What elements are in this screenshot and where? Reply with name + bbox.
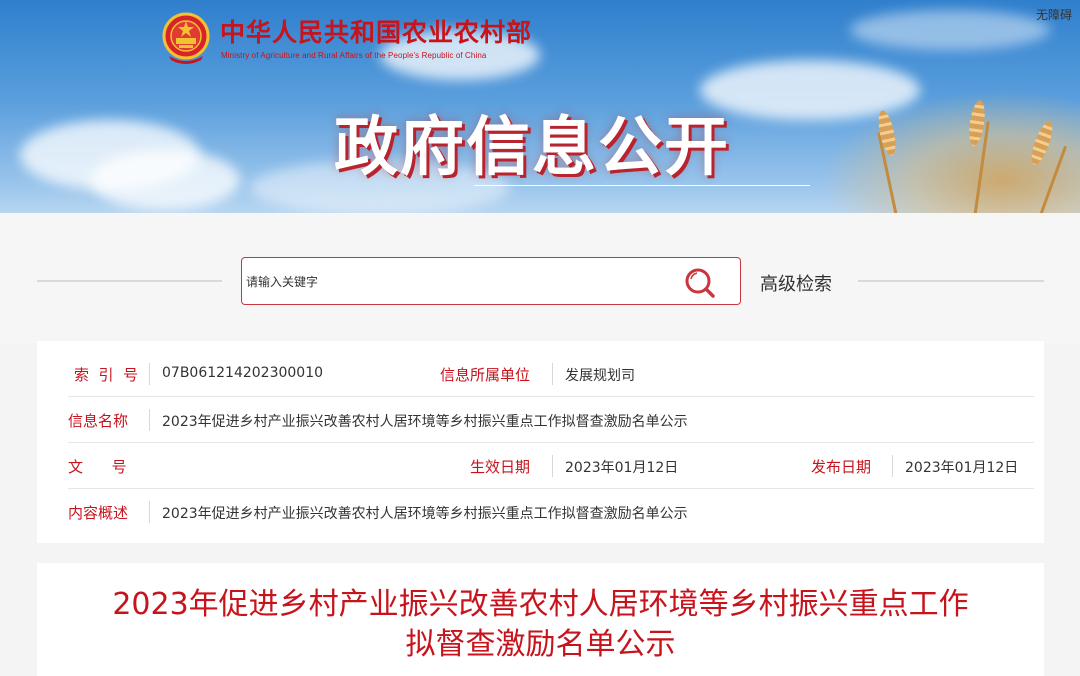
info-table: 索 引 号 07B061214202300010 信息所属单位 发展规划司 信息…: [37, 341, 1044, 543]
column-divider: [892, 455, 893, 477]
info-row-summary: 内容概述 2023年促进乡村产业振兴改善农村人居环境等乡村振兴重点工作拟督查激励…: [37, 488, 1044, 534]
effective-date-label: 生效日期: [470, 458, 531, 476]
column-divider: [149, 501, 150, 523]
name-value: 2023年促进乡村产业振兴改善农村人居环境等乡村振兴重点工作拟督查激励名单公示: [162, 414, 688, 430]
column-divider: [552, 363, 553, 385]
article-title: 2023年促进乡村产业振兴改善农村人居环境等乡村振兴重点工作 拟督查激励名单公示: [37, 585, 1044, 665]
cloud-decoration: [90, 150, 240, 210]
search-input[interactable]: [244, 268, 668, 296]
unit-label: 信息所属单位: [440, 366, 531, 384]
unit-value: 发展规划司: [565, 368, 635, 384]
index-value: 07B061214202300010: [162, 365, 324, 381]
publish-date-value: 2023年01月12日: [905, 460, 1019, 476]
column-divider: [149, 363, 150, 385]
cloud-decoration: [850, 10, 1050, 50]
site-title[interactable]: 中华人民共和国农业农村部: [220, 13, 532, 49]
search-icon[interactable]: [680, 265, 720, 301]
title-underline: [474, 185, 810, 186]
publish-date-label: 发布日期: [811, 458, 872, 476]
article-title-line2: 拟督查激励名单公示: [405, 627, 676, 662]
divider-right: [858, 280, 1044, 282]
name-label: 信息名称: [68, 412, 129, 430]
info-row-index: 索 引 号 07B061214202300010 信息所属单位 发展规划司: [37, 350, 1044, 396]
article-title-line1: 2023年促进乡村产业振兴改善农村人居环境等乡村振兴重点工作: [112, 587, 969, 622]
docno-label: 文 号: [68, 458, 127, 476]
accessibility-link[interactable]: 无障碍: [1036, 6, 1072, 23]
effective-date-value: 2023年01月12日: [565, 460, 679, 476]
info-row-name: 信息名称 2023年促进乡村产业振兴改善农村人居环境等乡村振兴重点工作拟督查激励…: [37, 396, 1044, 442]
section-title: 政府信息公开: [334, 111, 730, 185]
summary-value: 2023年促进乡村产业振兴改善农村人居环境等乡村振兴重点工作拟督查激励名单公示: [162, 506, 688, 522]
column-divider: [552, 455, 553, 477]
search-box: [241, 257, 741, 305]
info-row-dates: 文 号 生效日期 2023年01月12日 发布日期 2023年01月12日: [37, 442, 1044, 488]
national-emblem-icon: [162, 12, 210, 64]
article-content: 2023年促进乡村产业振兴改善农村人居环境等乡村振兴重点工作 拟督查激励名单公示: [37, 563, 1044, 676]
column-divider: [149, 409, 150, 431]
divider-left: [37, 280, 222, 282]
advanced-search-link[interactable]: 高级检索: [760, 270, 832, 296]
index-label: 索 引 号: [74, 366, 139, 384]
summary-label: 内容概述: [68, 504, 129, 522]
site-subtitle: Ministry of Agriculture and Rural Affair…: [221, 51, 487, 60]
